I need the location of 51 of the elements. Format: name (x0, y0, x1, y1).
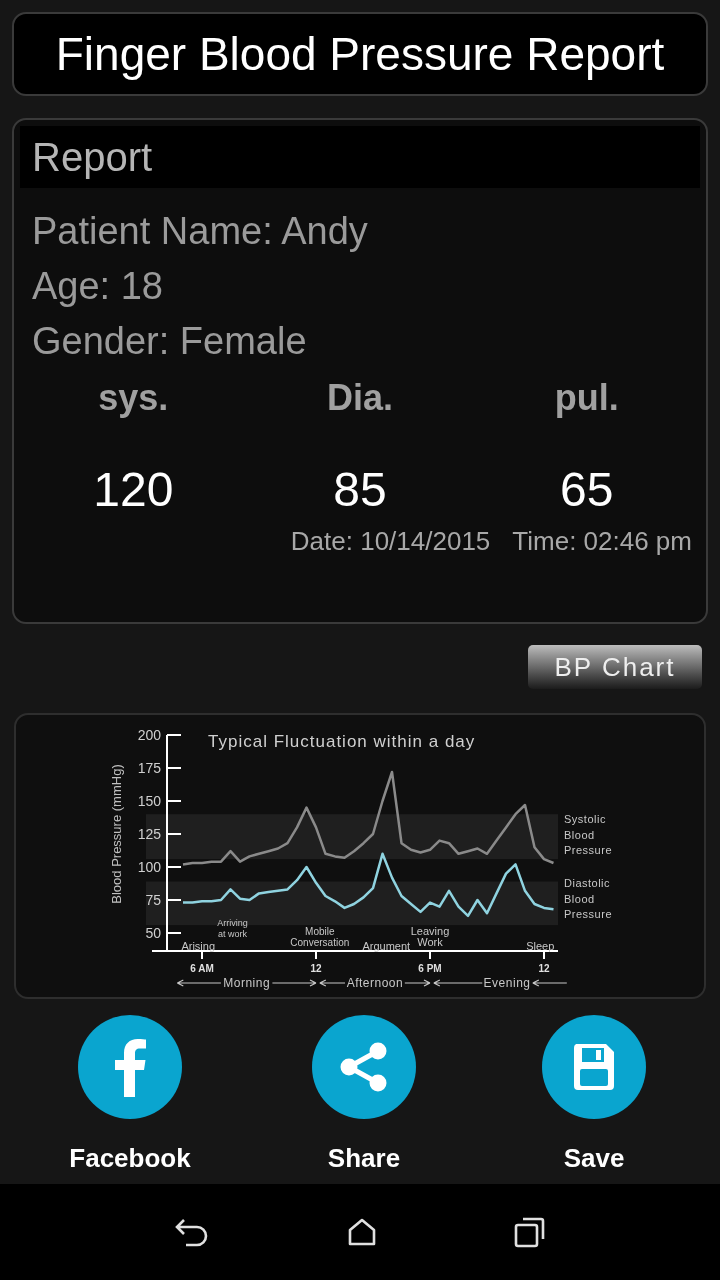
home-icon[interactable] (347, 1217, 377, 1247)
button-caption: Save (563, 1145, 625, 1171)
y-tick-label: 150 (137, 793, 161, 809)
reading-label: pul. (554, 380, 619, 416)
right-arrow (404, 979, 431, 987)
event-label: Leaving Work (410, 925, 450, 949)
event-label: Arriving at work (217, 918, 248, 939)
series-label: Diastolic Blood Pressure (564, 877, 613, 920)
left-arrow (319, 979, 346, 987)
series-label: Systolic Blood Pressure (564, 813, 613, 856)
patient-gender: Gender: Female (32, 320, 308, 362)
reading-value: 85 (333, 466, 387, 514)
right-arrow (532, 979, 568, 987)
share-icon (339, 1042, 389, 1092)
reading-value: 65 (559, 466, 614, 514)
back-icon[interactable] (173, 1217, 210, 1247)
period-label: Evening (483, 976, 531, 990)
x-tick-label: 6 AM (190, 963, 214, 974)
event-label: Mobile Conversation (290, 926, 350, 949)
report-time: Time: 02:46 pm (512, 528, 692, 554)
y-tick-label: 200 (137, 727, 161, 743)
report-heading: Report (32, 137, 153, 177)
y-tick-label: 50 (145, 925, 161, 941)
button-caption: Share (327, 1145, 401, 1171)
event-label: Sleep (526, 940, 555, 953)
event-label: Arising (181, 940, 215, 953)
left-arrow (176, 979, 222, 987)
y-tick-label: 175 (137, 760, 161, 776)
x-tick-label: 12 (310, 963, 322, 974)
y-axis-title: Blood Pressure (mmHg) (109, 764, 124, 904)
report-date: Date: 10/14/2015 (290, 528, 491, 554)
facebook-icon (113, 1037, 147, 1097)
event-label: Argument (362, 940, 411, 953)
chart-title: Typical Fluctuation within a day (208, 732, 476, 751)
y-tick-label: 125 (137, 826, 161, 842)
recents-icon[interactable] (514, 1216, 547, 1248)
button-caption: Facebook (69, 1145, 191, 1171)
period-label: Afternoon (346, 976, 404, 990)
left-arrow (433, 979, 483, 987)
period-label: Morning (223, 976, 271, 990)
reading-label: sys. (98, 380, 169, 416)
reading-label: Dia. (326, 380, 393, 416)
reading-value: 120 (93, 466, 174, 514)
patient-age: Age: 18 (32, 265, 164, 307)
y-tick-label: 100 (137, 859, 161, 875)
x-tick-label: 6 PM (418, 963, 442, 974)
y-tick-label: 75 (145, 892, 161, 908)
bp-chart-button[interactable]: BP Chart (528, 645, 702, 689)
right-arrow (271, 979, 317, 987)
patient-name: Patient Name: Andy (32, 210, 369, 252)
x-tick-label: 12 (538, 963, 550, 974)
